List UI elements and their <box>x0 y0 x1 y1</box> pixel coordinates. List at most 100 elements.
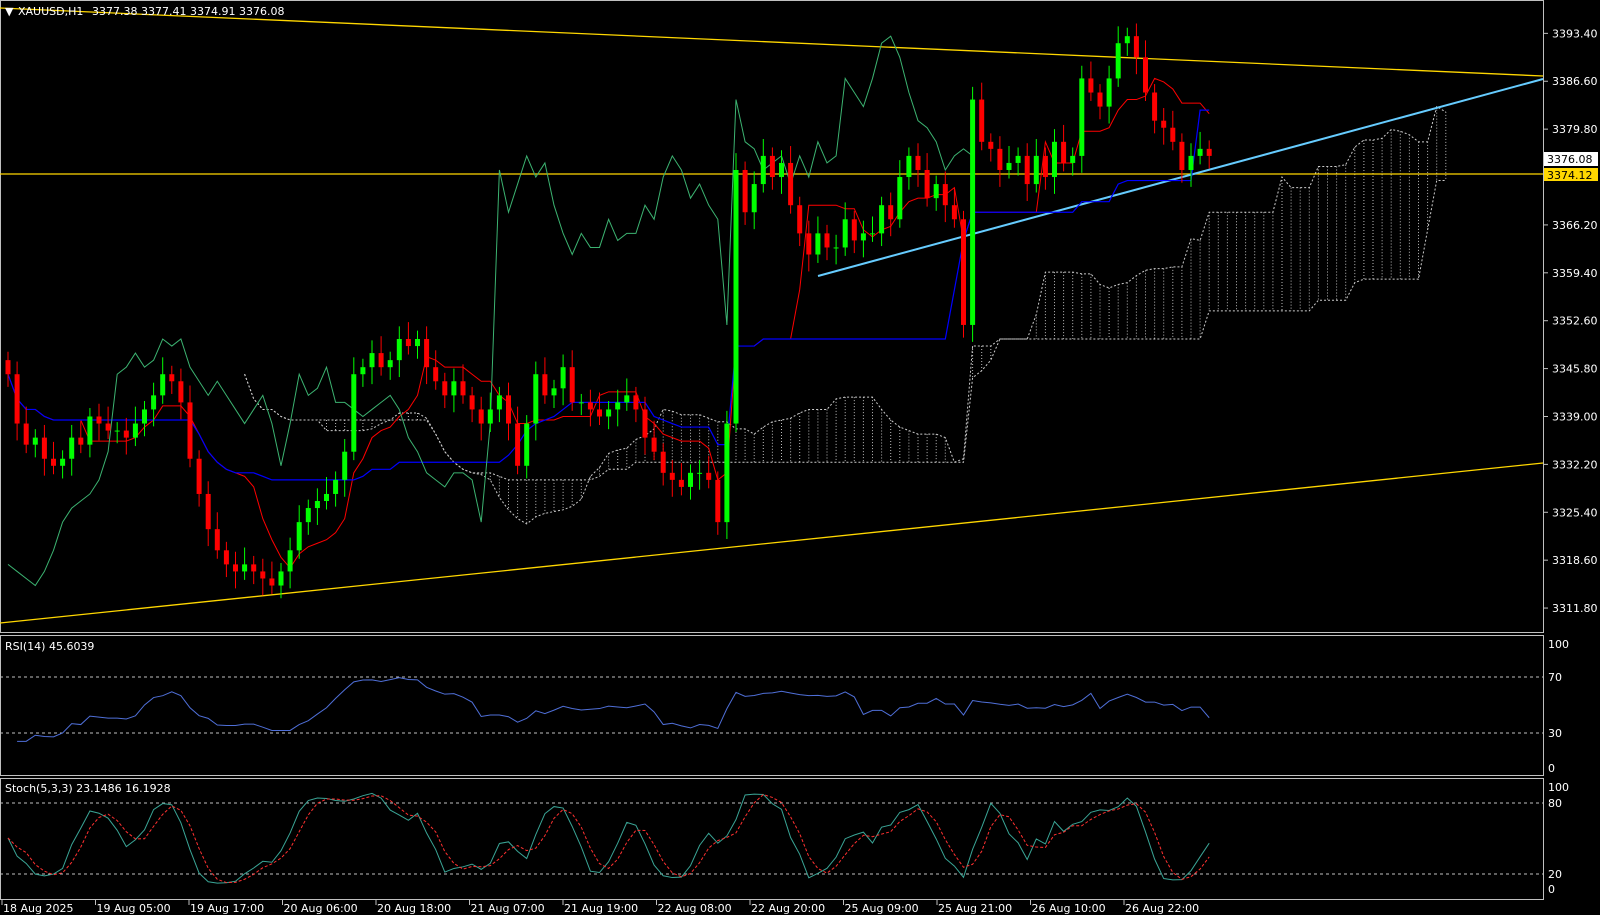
candle-body <box>533 374 539 424</box>
candle-body <box>1124 36 1130 44</box>
candle-body <box>524 423 530 466</box>
time-tick-label: 26 Aug 22:00 <box>1125 902 1199 915</box>
candle-body <box>988 141 994 149</box>
candle-body <box>788 162 794 206</box>
candle-body <box>278 571 284 586</box>
candle-body <box>287 550 293 572</box>
time-axis: 18 Aug 2025 19 Aug 05:00 19 Aug 17:00 20 Au… <box>1 900 1199 915</box>
stoch-level-80-label: 80 <box>1548 797 1562 810</box>
candle-body <box>242 564 248 572</box>
candle-body <box>160 374 166 396</box>
candle-body <box>669 472 675 480</box>
price-tick-label: 3345.80 <box>1552 363 1598 376</box>
candle-body <box>169 374 175 382</box>
candle-body <box>396 339 402 361</box>
candle-body <box>751 184 757 213</box>
candle-body <box>251 564 257 572</box>
candle-body <box>833 247 839 249</box>
candle-body <box>578 402 584 404</box>
candle-body <box>1079 78 1085 156</box>
candle-body <box>706 472 712 480</box>
candle-body <box>1015 155 1021 163</box>
price-tick-label: 3352.60 <box>1552 315 1598 328</box>
candle-body <box>961 219 966 325</box>
candle-body <box>1115 43 1121 79</box>
candle-body <box>14 374 20 424</box>
candle-body <box>633 395 639 410</box>
candle-body <box>1161 120 1167 128</box>
current-price-label: 3376.08 <box>1547 153 1593 166</box>
candle-body <box>442 381 448 396</box>
candle-body <box>1179 141 1185 170</box>
candle-body <box>1197 148 1203 156</box>
candle-body <box>487 409 493 424</box>
candle-body <box>688 472 693 487</box>
time-tick-label: 22 Aug 20:00 <box>751 902 825 915</box>
candle-body <box>1024 155 1030 185</box>
candle-body <box>806 233 812 255</box>
candle-body <box>1206 148 1212 156</box>
candle-body <box>860 233 866 241</box>
time-tick-label: 21 Aug 07:00 <box>471 902 545 915</box>
price-tick-label: 3332.20 <box>1552 458 1598 471</box>
candle-body <box>1070 155 1076 163</box>
candle-body <box>87 416 93 445</box>
lower-trendline <box>0 462 1544 624</box>
chart-canvas: ▼ XAUUSD,H1 3377.38 3377.41 3374.91 3376… <box>0 0 1598 915</box>
candle-body <box>178 381 184 403</box>
candle-body <box>496 395 502 410</box>
rsi-level-70-label: 70 <box>1548 671 1562 684</box>
time-tick-label: 19 Aug 05:00 <box>97 902 171 915</box>
candle-body <box>587 402 593 410</box>
candle-body <box>1061 141 1067 163</box>
candle-body <box>351 374 357 452</box>
candle-body <box>132 423 138 438</box>
candle-body <box>651 437 657 452</box>
candle-body <box>69 437 75 459</box>
candle-body <box>387 360 393 368</box>
time-tick-label: 25 Aug 21:00 <box>938 902 1012 915</box>
candle-body <box>196 458 202 494</box>
candle-body <box>697 472 703 474</box>
candle-body <box>1106 78 1112 107</box>
candle-body <box>23 423 29 445</box>
time-tick-label: 25 Aug 09:00 <box>845 902 919 915</box>
candle-body <box>606 409 612 417</box>
ichimoku-cloud <box>244 105 1447 525</box>
price-tick-label: 3339.00 <box>1552 410 1598 423</box>
candle-body <box>60 458 66 466</box>
candle-body <box>333 479 339 494</box>
ohlc-label: 3377.38 3377.41 3374.91 3376.08 <box>92 5 284 18</box>
time-tick-label: 26 Aug 10:00 <box>1032 902 1106 915</box>
candle-body <box>405 339 411 347</box>
candle-body <box>123 430 129 438</box>
candle-body <box>1133 36 1139 58</box>
candle-body <box>906 155 912 178</box>
candle-body <box>615 402 621 410</box>
time-tick-label: 19 Aug 17:00 <box>190 902 264 915</box>
candle-body <box>1152 92 1158 121</box>
rsi-level-100-label: 100 <box>1548 638 1569 651</box>
candle-body <box>424 339 430 368</box>
candle-body <box>41 437 47 459</box>
rsi-level-30-label: 30 <box>1548 727 1562 740</box>
candle-body <box>1088 78 1094 93</box>
price-tick-label: 3379.80 <box>1552 123 1598 136</box>
candle-body <box>597 409 602 417</box>
candle-body <box>760 155 766 185</box>
candle-body <box>5 360 11 375</box>
candle-body <box>733 169 739 424</box>
level-price-label: 3374.12 <box>1547 169 1593 182</box>
candle-body <box>469 395 475 410</box>
header-arrow-icon[interactable]: ▼ <box>5 5 14 18</box>
candle-body <box>569 367 575 403</box>
candle-body <box>1052 141 1057 178</box>
candle-body <box>851 219 857 241</box>
rsi-level-0-label: 0 <box>1548 762 1555 775</box>
candle-body <box>624 395 630 403</box>
candle-body <box>478 409 484 424</box>
main-panel-frame <box>0 0 1544 633</box>
candle-body <box>824 233 830 248</box>
stoch-level-20-label: 20 <box>1548 868 1562 881</box>
candle-body <box>997 148 1003 170</box>
